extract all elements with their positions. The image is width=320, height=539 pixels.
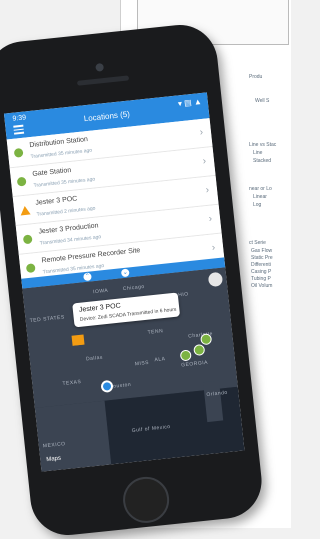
bg-log-option: Log — [253, 202, 262, 208]
location-transmitted: Transmitted 35 minutes ago — [33, 176, 96, 189]
bg-nav-well: Well S — [255, 98, 270, 104]
map-view[interactable]: IOWA Chicago OHIO TED STATES TENN Charlo… — [22, 267, 245, 472]
map-label: ALA — [154, 356, 166, 364]
status-ok-icon — [13, 147, 24, 158]
bg-series-static-pressure: Static Pre — [251, 255, 273, 261]
bg-series-tubing: Tubing P — [251, 276, 271, 282]
map-gulf — [104, 386, 245, 465]
chevron-right-icon: › — [205, 184, 210, 196]
bg-series-differential: Differenti — [251, 262, 271, 268]
locations-list: Distribution Station Transmitted 35 minu… — [6, 118, 225, 284]
warning-icon — [19, 205, 31, 216]
chevron-right-icon: › — [208, 213, 213, 225]
chevron-right-icon: › — [202, 155, 207, 168]
location-name: Distribution Station — [29, 136, 89, 150]
status-ok-icon — [22, 234, 33, 245]
status-ok-icon — [16, 176, 27, 187]
location-name: Gate Station — [32, 166, 72, 178]
location-name: Jester 3 Production — [38, 222, 99, 236]
home-button[interactable] — [120, 474, 172, 526]
chevron-down-icon[interactable]: ⌄ — [120, 268, 130, 278]
bg-nav-products: Produ — [249, 74, 263, 80]
location-transmitted: Transmitted 34 minutes ago — [39, 234, 102, 247]
front-camera — [95, 62, 105, 72]
chevron-up-icon[interactable]: ⌃ — [83, 272, 92, 282]
bg-linear-or-log: near or Lo — [249, 186, 272, 192]
location-name: Jester 3 POC — [35, 195, 78, 207]
app-screen: 9:39 Locations (5) ▾ ▤ ▲ Distribution St… — [3, 92, 245, 472]
status-ok-icon — [25, 263, 36, 274]
bg-line-option: Line — [253, 150, 263, 156]
earpiece-speaker — [76, 75, 130, 86]
bg-select-series: ct Serie — [249, 240, 266, 246]
location-transmitted: Transmitted 35 minutes ago — [30, 147, 93, 161]
location-transmitted: Transmitted 2 minutes ago — [36, 205, 96, 218]
bg-series-casing: Casing P — [251, 269, 272, 275]
map-pin-warning[interactable] — [71, 334, 85, 346]
bg-stacked-option: Stacked — [253, 158, 272, 164]
chevron-right-icon: › — [211, 242, 216, 254]
chevron-right-icon: › — [199, 126, 204, 139]
bg-line-vs-stack: Line vs Stac — [249, 142, 277, 148]
bg-series-gas-flow: Gas Flow — [251, 248, 273, 254]
bg-linear-option: Linear — [253, 194, 267, 200]
bg-series-oil-volume: Oil Volum — [251, 283, 273, 289]
